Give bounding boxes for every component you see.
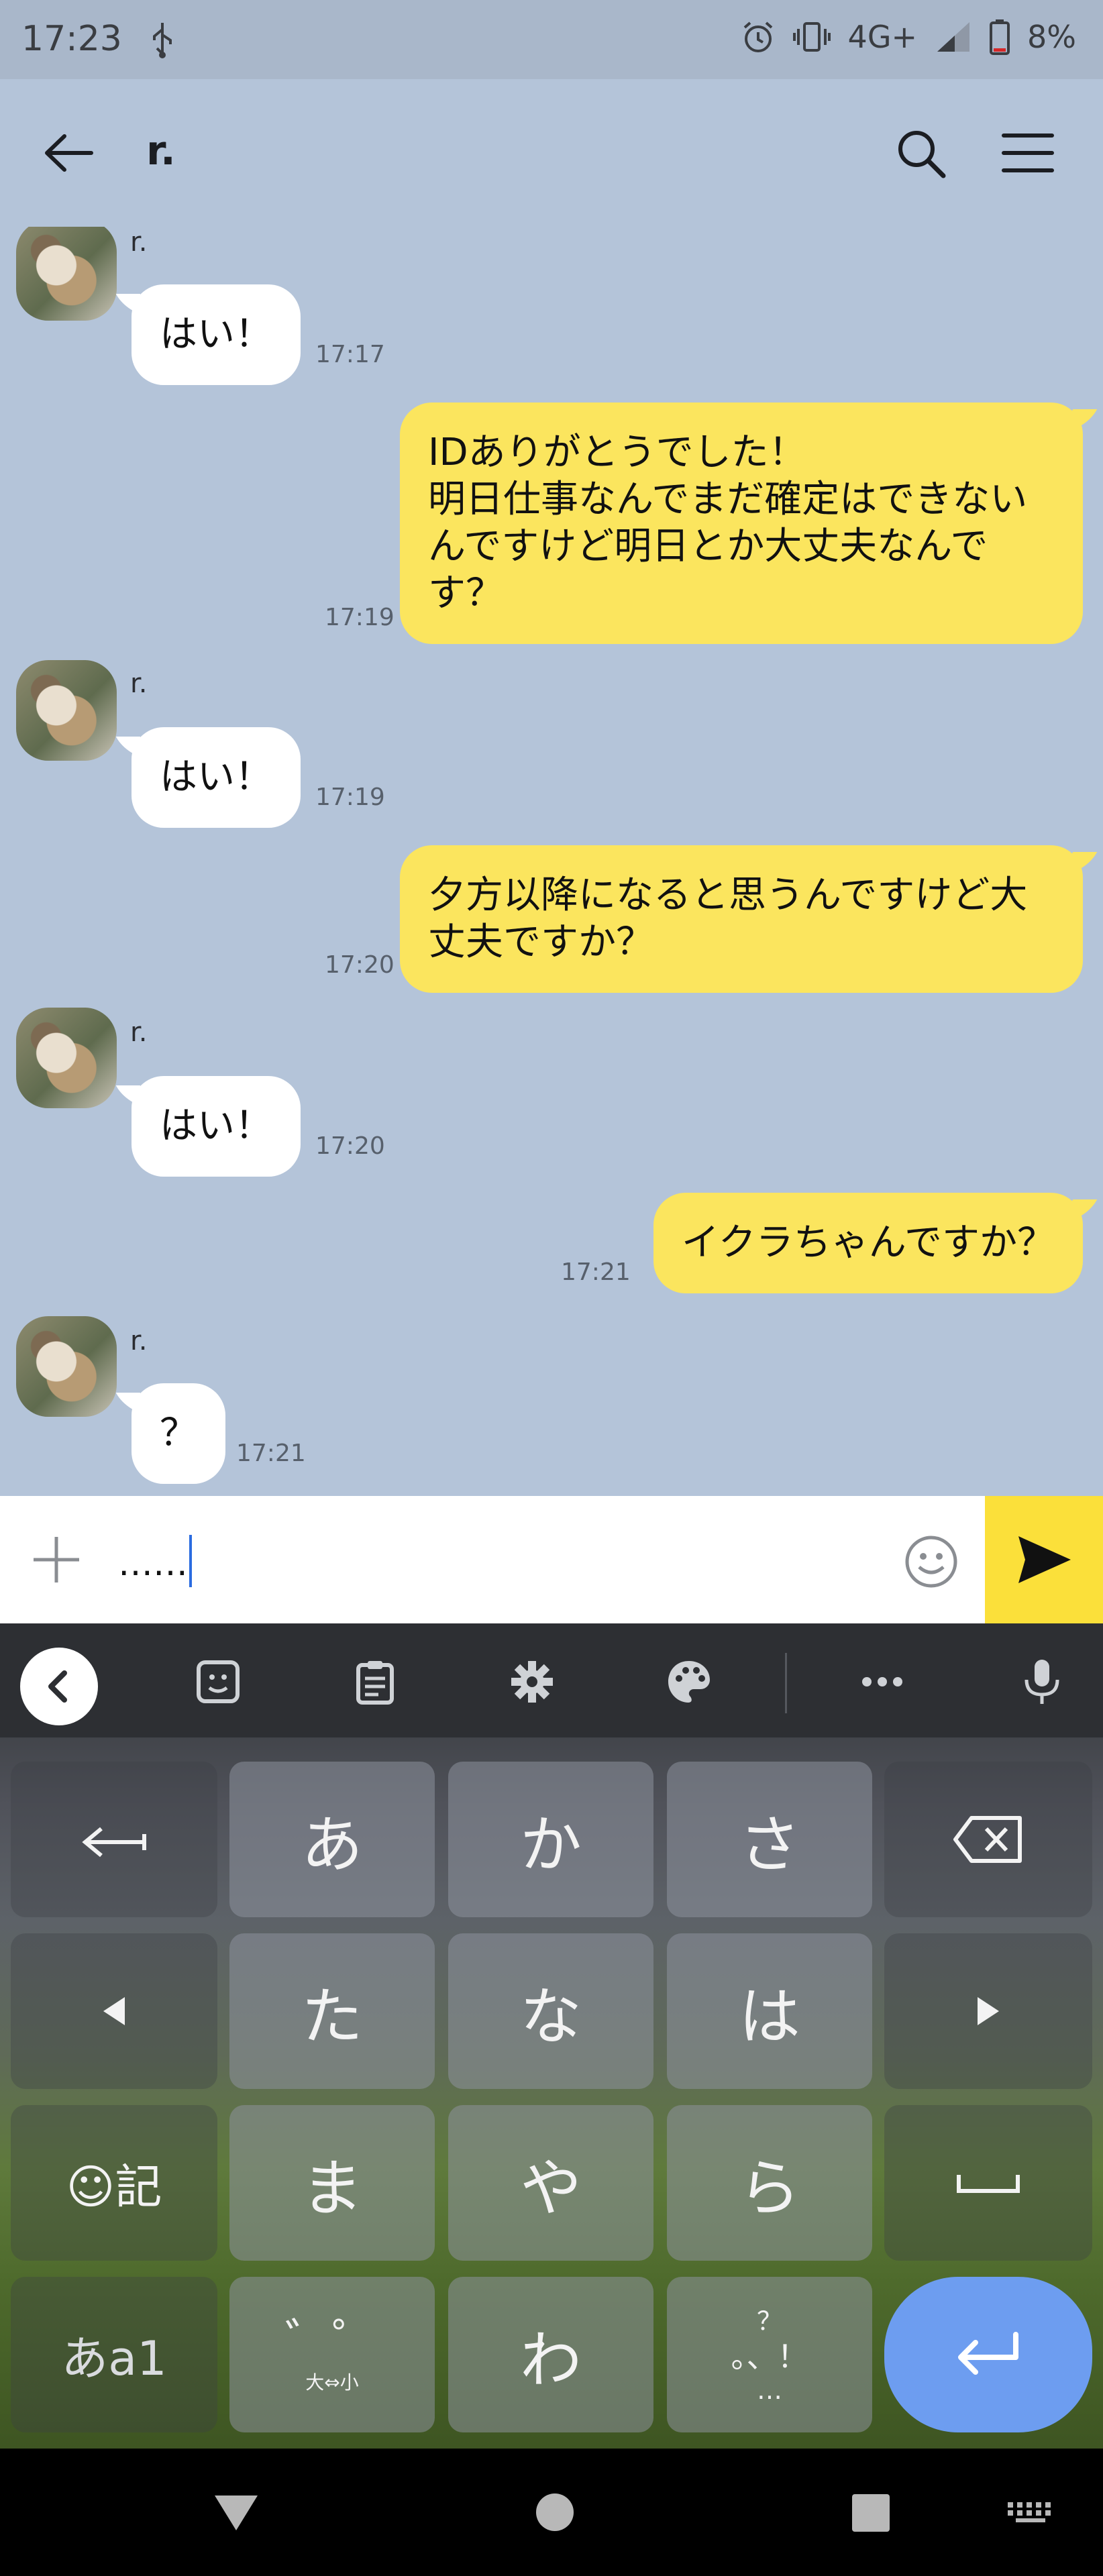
send-icon — [1018, 1536, 1071, 1583]
signal-icon — [937, 22, 970, 52]
key-ya[interactable]: や — [448, 2105, 653, 2261]
message-input[interactable]: …… — [118, 1535, 192, 1587]
battery-icon — [990, 19, 1010, 55]
key-space[interactable] — [884, 2105, 1092, 2261]
key-ra[interactable]: ら — [667, 2105, 872, 2261]
backspace-icon — [953, 1816, 1022, 1863]
outgoing-message[interactable]: 夕方以降になると思うんですけど大丈夫ですか？ — [400, 845, 1083, 993]
theme-icon[interactable] — [666, 1658, 713, 1705]
key-punctuation[interactable]: ？ 。、！ … — [667, 2277, 872, 2432]
alarm-icon — [743, 21, 772, 52]
text-cursor — [189, 1535, 192, 1587]
message-time: 17:19 — [315, 784, 385, 811]
key-ha[interactable]: は — [667, 1933, 872, 2089]
network-type: 4G+ — [847, 19, 918, 55]
sender-name: r. — [130, 1326, 148, 1356]
message-time: 17:17 — [315, 341, 385, 368]
incoming-message[interactable]: ？ — [132, 1383, 225, 1484]
usb-icon — [153, 23, 172, 58]
key-a[interactable]: あ — [229, 1762, 435, 1917]
keyboard-toolbar — [0, 1623, 1103, 1737]
menu-icon[interactable] — [1000, 126, 1056, 180]
avatar[interactable] — [16, 1316, 117, 1417]
message-composer: …… — [0, 1496, 1103, 1623]
enter-icon — [958, 2332, 1018, 2375]
vibrate-icon — [792, 22, 831, 52]
message-time: 17:19 — [325, 604, 395, 631]
avatar[interactable] — [16, 1008, 117, 1108]
incoming-message[interactable]: はい！ — [132, 1076, 301, 1177]
key-ma[interactable]: ま — [229, 2105, 435, 2261]
key-enter[interactable] — [884, 2277, 1092, 2432]
chat-header: r. — [0, 79, 1103, 227]
key-wa[interactable]: わ — [448, 2277, 653, 2432]
incoming-message[interactable]: はい！ — [132, 727, 301, 828]
avatar[interactable] — [16, 660, 117, 761]
sender-name: r. — [130, 1017, 148, 1048]
key-dakuten[interactable]: ゛゜ 大⇔小 — [229, 2277, 435, 2432]
settings-icon[interactable] — [509, 1658, 556, 1705]
message-time: 17:21 — [561, 1258, 631, 1286]
collapse-keyboard-button[interactable] — [20, 1648, 98, 1725]
key-cursor-left[interactable] — [11, 1933, 217, 2089]
navigation-bar — [0, 2449, 1103, 2576]
avatar[interactable] — [16, 227, 117, 321]
message-time: 17:20 — [325, 951, 395, 979]
status-bar: 17:23 4G+ 8% — [0, 0, 1103, 79]
plus-icon[interactable] — [30, 1533, 83, 1587]
send-button[interactable] — [985, 1496, 1103, 1623]
key-na[interactable]: な — [448, 1933, 653, 2089]
punct-mid-label: 。、！ — [731, 2339, 808, 2375]
keyboard-switch-icon[interactable] — [1006, 2501, 1055, 2525]
message-list[interactable]: r. はい！ 17:17 IDありがとうでした！ 明日仕事なんでまだ確定はできな… — [0, 227, 1103, 1496]
sender-name: r. — [130, 227, 148, 258]
recents-nav-icon[interactable] — [851, 2493, 891, 2533]
dakuten-sub-label: 大⇔小 — [305, 2371, 359, 2394]
soft-keyboard: あ か さ た な は ☺記 ま や ら あa1 ゛゜ 大⇔小 わ ？ 。、！ … — [0, 1623, 1103, 2449]
chat-title: r. — [146, 127, 176, 174]
search-icon[interactable] — [892, 125, 949, 181]
triangle-left-icon — [103, 1997, 125, 2025]
sender-name: r. — [130, 668, 148, 699]
key-ka[interactable]: か — [448, 1762, 653, 1917]
clipboard-icon[interactable] — [352, 1658, 399, 1705]
sticker-icon[interactable] — [195, 1658, 242, 1705]
punct-top-label: ？ — [756, 2306, 782, 2336]
microphone-icon[interactable] — [1018, 1658, 1065, 1705]
back-nav-icon[interactable] — [212, 2491, 260, 2533]
key-mode-switch[interactable]: あa1 — [11, 2277, 217, 2432]
outgoing-message[interactable]: イクラちゃんですか？ — [653, 1193, 1083, 1293]
back-arrow-icon[interactable] — [42, 129, 95, 176]
triangle-right-icon — [978, 1997, 999, 2025]
message-time: 17:20 — [315, 1132, 385, 1160]
incoming-message[interactable]: はい！ — [132, 284, 301, 385]
status-icons: 4G+ 8% — [741, 19, 1076, 55]
battery-level: 8% — [1027, 19, 1076, 55]
more-icon[interactable] — [859, 1658, 906, 1705]
dakuten-label: ゛゜ — [285, 2314, 379, 2369]
key-ta[interactable]: た — [229, 1933, 435, 2089]
toolbar-divider — [785, 1653, 787, 1713]
key-emoji-symbol[interactable]: ☺記 — [11, 2105, 217, 2261]
punct-bottom-label: … — [757, 2375, 782, 2405]
undo-arrow-icon — [82, 1827, 146, 1858]
status-time: 17:23 — [21, 19, 122, 59]
chevron-left-icon — [48, 1670, 67, 1703]
key-backspace[interactable] — [884, 1762, 1092, 1917]
outgoing-message[interactable]: IDありがとうでした！ 明日仕事なんでまだ確定はできないんですけど明日とか大丈夫… — [400, 402, 1083, 644]
key-sa[interactable]: さ — [667, 1762, 872, 1917]
key-cursor-right[interactable] — [884, 1933, 1092, 2089]
message-time: 17:21 — [236, 1440, 306, 1467]
home-nav-icon[interactable] — [534, 2491, 576, 2533]
space-icon — [957, 2175, 1020, 2193]
emoji-icon[interactable] — [903, 1534, 959, 1590]
key-undo[interactable] — [11, 1762, 217, 1917]
